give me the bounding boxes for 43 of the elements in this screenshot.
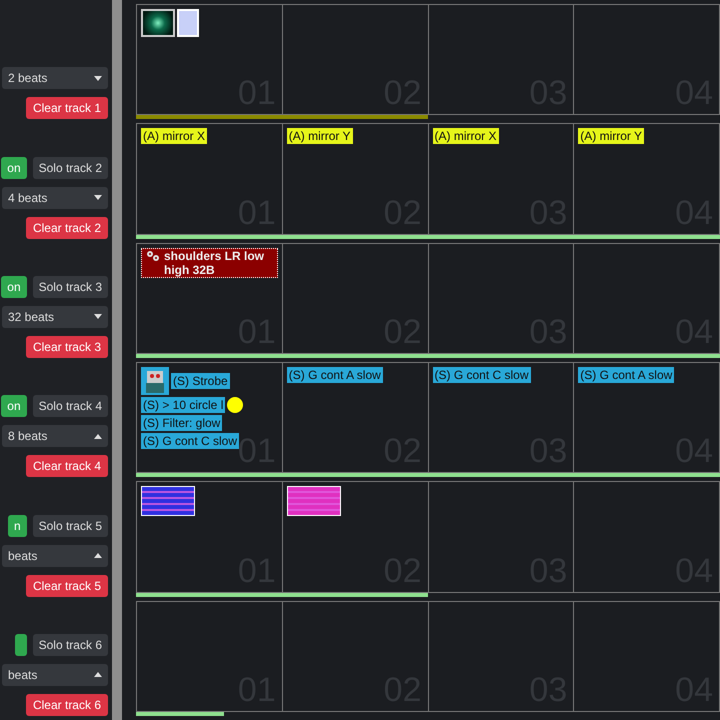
clip-label[interactable]: (S) G cont C slow (432, 366, 531, 383)
solo-button[interactable]: Solo track 5 (32, 514, 108, 537)
color-swatch[interactable] (177, 9, 199, 37)
clear-button[interactable]: Clear track 4 (26, 455, 108, 478)
effect-clip[interactable]: shoulders LR low high 32B (141, 248, 278, 278)
clip-label[interactable]: (S) Filter: glow (141, 414, 222, 431)
caret-up-icon (94, 434, 102, 439)
clear-button[interactable]: Clear track 1 (26, 97, 108, 120)
beats-dropdown[interactable]: 8 beats (2, 425, 108, 448)
clip-label[interactable]: (A) mirror Y (578, 128, 644, 144)
clip-label[interactable]: (S) G cont C slow (141, 432, 240, 449)
clear-button[interactable]: Clear track 3 (26, 336, 108, 358)
beats-dropdown[interactable]: 2 beats (2, 67, 108, 90)
clip-label[interactable]: (S) > 10 circle l (141, 396, 226, 413)
clip-label[interactable]: (A) mirror X (432, 128, 498, 144)
clip-label[interactable]: (A) mirror Y (286, 128, 353, 144)
light-thumbnail[interactable] (141, 9, 175, 37)
clear-button[interactable]: Clear track 6 (26, 694, 108, 716)
beats-dropdown[interactable]: 32 beats (2, 306, 108, 328)
clear-button[interactable]: Clear track 5 (26, 574, 108, 597)
clip-label[interactable]: (S) G cont A slow (578, 366, 674, 383)
on-button[interactable] (14, 634, 27, 656)
clip-label[interactable]: (S) G cont A slow (286, 366, 383, 383)
caret-up-icon (94, 553, 102, 558)
solo-button[interactable]: Solo track 3 (32, 276, 108, 298)
caret-down-icon (94, 314, 102, 320)
stripes-thumbnail[interactable] (286, 486, 341, 516)
gears-icon (146, 250, 160, 262)
beats-dropdown[interactable]: beats (2, 664, 108, 686)
clear-button[interactable]: Clear track 2 (26, 216, 108, 239)
solo-button[interactable]: Solo track 4 (32, 395, 108, 418)
clip-label: shoulders LR low high 32B (164, 248, 266, 277)
caret-down-icon (94, 195, 102, 200)
caret-down-icon (94, 76, 102, 81)
clip-label[interactable]: (S) Strobe (171, 372, 230, 389)
stripes-thumbnail[interactable] (141, 486, 195, 516)
solo-button[interactable]: Solo track 6 (32, 634, 108, 656)
robot-icon[interactable] (141, 366, 169, 395)
solo-button[interactable]: Solo track 2 (32, 156, 108, 179)
beats-dropdown[interactable]: beats (2, 544, 108, 567)
beats-dropdown[interactable]: 4 beats (2, 186, 108, 209)
caret-up-icon (94, 672, 102, 678)
clip-label[interactable]: (A) mirror X (141, 128, 207, 144)
